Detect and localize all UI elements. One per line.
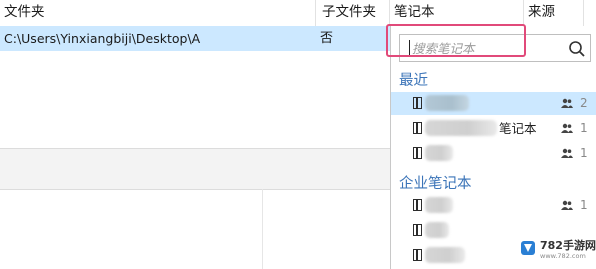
table-row[interactable]: C:\Users\Yinxiangbiji\Desktop\A 否 [0, 26, 390, 51]
notebook-icon [413, 224, 422, 236]
redacted-notebook-name [425, 145, 453, 161]
shared-users-icon [561, 148, 573, 158]
notebook-count: 1 [580, 146, 588, 160]
shared-users-icon [561, 200, 573, 210]
section-title-business: 企业笔记本 [399, 176, 472, 192]
notebook-name: 笔记本 [499, 121, 537, 136]
folder-path-cell: C:\Users\Yinxiangbiji\Desktop\A [4, 31, 201, 46]
table-header: 文件夹 子文件夹 笔记本 来源 [0, 0, 596, 27]
redacted-notebook-name [425, 95, 469, 111]
notebook-count: 2 [580, 96, 588, 110]
watermark-logo-icon [521, 241, 535, 255]
subfolder-cell: 否 [320, 31, 334, 46]
watermark-url: www.782.com [540, 252, 586, 260]
redacted-notebook-name [425, 247, 465, 263]
notebook-count: 1 [580, 198, 588, 212]
notebook-icon [413, 199, 422, 211]
search-highlight-box [386, 24, 526, 57]
column-header-folder[interactable]: 文件夹 [0, 0, 316, 26]
notebook-icon [413, 249, 422, 261]
watermark-brand: 782手游网 [540, 239, 596, 252]
button-bar [0, 148, 390, 190]
section-title-recent: 最近 [399, 73, 428, 89]
redacted-notebook-name [425, 120, 497, 136]
notebook-icon [413, 97, 422, 109]
column-header-filler [584, 0, 596, 26]
notebook-icon [413, 147, 422, 159]
notebook-dropdown: 最近 2 笔记本 1 1 企业笔记本 [390, 26, 596, 269]
notebook-item[interactable]: 笔记本 1 [391, 117, 596, 140]
notebook-item[interactable]: 2 [391, 92, 596, 115]
panel-divider [262, 189, 263, 269]
search-icon[interactable] [568, 40, 586, 58]
redacted-notebook-name [425, 197, 453, 213]
redacted-notebook-name [425, 222, 449, 238]
notebook-item[interactable]: 1 [391, 194, 596, 217]
shared-users-icon [561, 98, 573, 108]
column-header-notebook[interactable]: 笔记本 [390, 0, 524, 26]
notebook-count: 1 [580, 121, 588, 135]
notebook-item[interactable]: 1 [391, 142, 596, 165]
shared-users-icon [561, 123, 573, 133]
watermark-logo: 782手游网 www.782.com [519, 236, 596, 264]
column-header-subfolder[interactable]: 子文件夹 [316, 0, 390, 26]
column-header-source[interactable]: 来源 [524, 0, 584, 26]
notebook-icon [413, 122, 422, 134]
